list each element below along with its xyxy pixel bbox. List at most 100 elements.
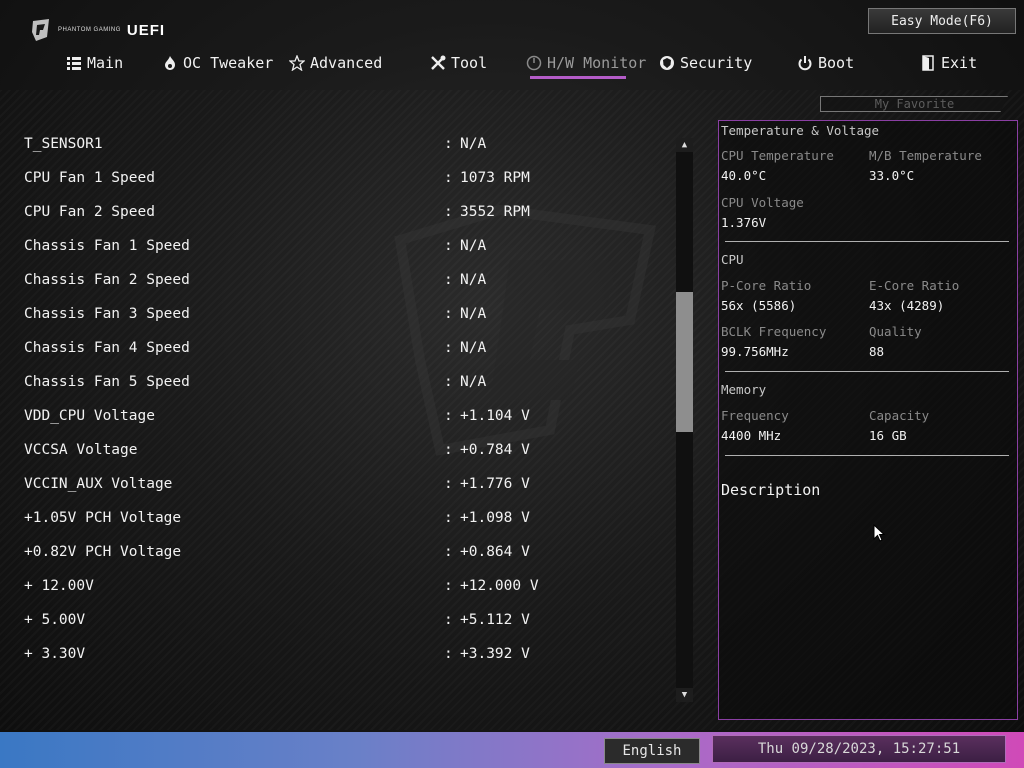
main-nav: Main OC Tweaker Advanced Tool H/W Monito…: [0, 50, 1024, 80]
tab-security-label: Security: [680, 54, 753, 72]
monitor-row[interactable]: Chassis Fan 5 Speed: N/A: [24, 367, 564, 397]
scroll-up-arrow-icon[interactable]: ▲: [676, 138, 693, 152]
monitor-row[interactable]: + 3.30V: +3.392 V: [24, 639, 564, 669]
tab-exit-label: Exit: [941, 54, 978, 72]
tab-boot-label: Boot: [818, 54, 855, 72]
bclk-frequency-label: BCLK Frequency: [721, 324, 827, 339]
monitor-row[interactable]: Chassis Fan 1 Speed: N/A: [24, 231, 564, 261]
monitor-row-label: Chassis Fan 4 Speed: [24, 340, 190, 356]
flame-icon: [165, 56, 175, 70]
monitor-row-colon: :: [444, 476, 453, 492]
monitor-row-label: VCCIN_AUX Voltage: [24, 476, 173, 492]
my-favorite-button[interactable]: My Favorite: [820, 96, 1008, 112]
monitor-row[interactable]: Chassis Fan 2 Speed: N/A: [24, 265, 564, 295]
monitor-row-label: VDD_CPU Voltage: [24, 408, 155, 424]
monitor-row-colon: :: [444, 340, 453, 356]
phantom-gaming-badge-icon: [32, 19, 49, 41]
mouse-cursor-icon: [873, 524, 885, 542]
monitor-row-value: +1.098 V: [460, 510, 530, 526]
phantom-gaming-logo: PHANTOM GAMING UEFI: [30, 16, 165, 44]
monitor-row-colon: :: [444, 544, 453, 560]
scroll-down-arrow-icon[interactable]: ▼: [676, 688, 693, 702]
monitor-row[interactable]: VDD_CPU Voltage: +1.104 V: [24, 401, 564, 431]
e-core-ratio-label: E-Core Ratio: [869, 278, 960, 293]
monitor-row-value: N/A: [460, 238, 487, 254]
tab-boot[interactable]: Boot: [797, 50, 854, 76]
mb-temperature-label: M/B Temperature: [869, 148, 982, 163]
monitor-row-label: Chassis Fan 1 Speed: [24, 238, 190, 254]
monitor-row[interactable]: CPU Fan 1 Speed:1073 RPM: [24, 163, 564, 193]
monitor-row-colon: :: [444, 646, 453, 662]
monitor-row-colon: :: [444, 170, 453, 186]
list-icon: [67, 57, 81, 70]
monitor-row[interactable]: + 5.00V: +5.112 V: [24, 605, 564, 635]
quality-value: 88: [869, 344, 885, 359]
monitor-row-colon: :: [444, 272, 453, 288]
temperature-voltage-title: Temperature & Voltage: [721, 123, 880, 138]
quality-label: Quality: [869, 324, 922, 339]
bclk-frequency-value: 99.756MHz: [721, 344, 789, 359]
monitor-row-colon: :: [444, 238, 453, 254]
tab-oc-tweaker[interactable]: OC Tweaker: [162, 50, 273, 76]
monitor-row[interactable]: Chassis Fan 3 Speed: N/A: [24, 299, 564, 329]
monitor-row-value: +12.000 V: [460, 578, 539, 594]
monitor-row-value: +1.104 V: [460, 408, 530, 424]
e-core-ratio-value: 43x (4289): [869, 298, 945, 313]
monitor-row[interactable]: Chassis Fan 4 Speed: N/A: [24, 333, 564, 363]
tab-tool[interactable]: Tool: [430, 50, 487, 76]
cpu-temperature-label: CPU Temperature: [721, 148, 834, 163]
memory-section-title: Memory: [721, 382, 767, 397]
monitor-row[interactable]: +0.82V PCH Voltage: +0.864 V: [24, 537, 564, 567]
tab-advanced[interactable]: Advanced: [289, 50, 382, 76]
monitor-row-value: N/A: [460, 272, 487, 288]
tab-tool-label: Tool: [451, 54, 488, 72]
monitor-row-colon: :: [444, 612, 453, 628]
monitor-row-colon: :: [444, 578, 453, 594]
scrollbar-thumb[interactable]: [676, 292, 693, 432]
monitor-row-colon: :: [444, 374, 453, 390]
monitor-row-value: 1073 RPM: [460, 170, 530, 186]
panel-divider: [725, 371, 1009, 372]
datetime-display: Thu 09/28/2023, 15:27:51: [712, 735, 1006, 763]
panel-divider: [725, 241, 1009, 242]
tools-icon: [431, 55, 446, 70]
tab-hw-monitor-label: H/W Monitor: [547, 54, 647, 72]
monitor-row[interactable]: + 12.00V: +12.000 V: [24, 571, 564, 601]
cpu-section-title: CPU: [721, 252, 744, 267]
monitor-row-value: +3.392 V: [460, 646, 530, 662]
star-icon: [289, 55, 305, 71]
monitor-row[interactable]: +1.05V PCH Voltage: +1.098 V: [24, 503, 564, 533]
monitor-row-colon: :: [444, 306, 453, 322]
tab-security[interactable]: Security: [659, 50, 752, 76]
monitor-row-colon: :: [444, 204, 453, 220]
monitor-row[interactable]: T_SENSOR1: N/A: [24, 129, 564, 159]
monitor-row-label: CPU Fan 1 Speed: [24, 170, 155, 186]
monitor-row-value: N/A: [460, 306, 487, 322]
logo-small-text: PHANTOM GAMING: [58, 27, 121, 33]
monitor-row-label: +1.05V PCH Voltage: [24, 510, 182, 526]
language-button[interactable]: English: [604, 738, 700, 764]
monitor-row-colon: :: [444, 136, 453, 152]
monitor-row[interactable]: CPU Fan 2 Speed:3552 RPM: [24, 197, 564, 227]
p-core-ratio-value: 56x (5586): [721, 298, 797, 313]
monitor-row[interactable]: VCCIN_AUX Voltage: +1.776 V: [24, 469, 564, 499]
tab-hw-monitor[interactable]: H/W Monitor: [526, 50, 646, 76]
tab-advanced-label: Advanced: [310, 54, 383, 72]
cpu-voltage-label: CPU Voltage: [721, 195, 804, 210]
monitor-row-label: T_SENSOR1: [24, 136, 103, 152]
monitor-row[interactable]: VCCSA Voltage: +0.784 V: [24, 435, 564, 465]
active-tab-underline: [530, 76, 626, 79]
p-core-ratio-label: P-Core Ratio: [721, 278, 812, 293]
tab-main[interactable]: Main: [66, 50, 123, 76]
info-panel: Temperature & Voltage CPU Temperature 40…: [718, 120, 1018, 720]
monitor-row-colon: :: [444, 442, 453, 458]
tab-exit[interactable]: Exit: [920, 50, 977, 76]
monitor-row-label: + 3.30V: [24, 646, 86, 662]
monitor-row-label: Chassis Fan 5 Speed: [24, 374, 190, 390]
scrollbar[interactable]: ▲ ▼: [676, 138, 693, 704]
mb-temperature-value: 33.0°C: [869, 168, 915, 183]
monitor-row-colon: :: [444, 408, 453, 424]
easy-mode-button[interactable]: Easy Mode(F6): [868, 8, 1016, 34]
monitor-row-label: + 12.00V: [24, 578, 94, 594]
monitor-row-value: +5.112 V: [460, 612, 530, 628]
